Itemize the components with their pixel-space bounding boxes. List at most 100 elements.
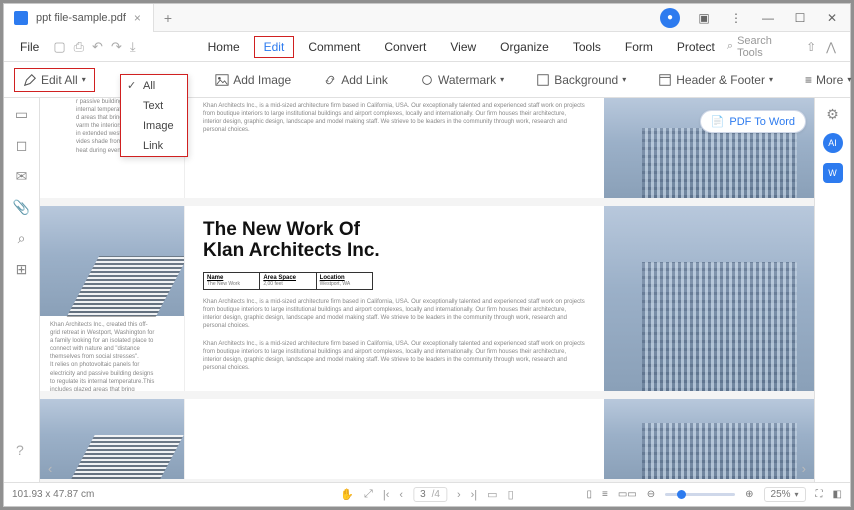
last-page-icon[interactable]: ›| (471, 489, 478, 501)
header-footer-dropdown[interactable]: Header & Footer▾ (650, 69, 781, 91)
building-photo (604, 399, 814, 479)
attachments-icon[interactable]: 📎 (13, 199, 30, 216)
menu-comment[interactable]: Comment (298, 36, 370, 58)
menu-convert[interactable]: Convert (374, 36, 436, 58)
view-single-icon[interactable]: ▯ (586, 489, 592, 500)
document-tab[interactable]: ppt file-sample.pdf × (4, 4, 154, 32)
prev-page-icon[interactable]: ‹ (399, 489, 403, 501)
cloud-icon[interactable]: ⇧ (806, 40, 816, 54)
menubar: File ▢ ⎙ ↶ ↷ ⤓ Home Edit Comment Convert… (4, 32, 850, 62)
tab-close-icon[interactable]: × (134, 11, 141, 25)
pencil-icon (23, 73, 37, 87)
add-image-button[interactable]: Add Image (207, 69, 299, 91)
open-icon[interactable]: ▢ (53, 39, 65, 55)
edit-all-option-image[interactable]: Image (121, 116, 187, 136)
view-facing-icon[interactable]: ▭▭ (618, 489, 637, 500)
fit-page-icon[interactable]: ▯ (508, 488, 514, 501)
notes-icon[interactable]: ▣ (690, 6, 718, 30)
select-tool-icon[interactable]: ⤢ (364, 488, 373, 501)
thumbnails-icon[interactable]: ▭ (15, 106, 28, 123)
edit-all-option-all[interactable]: ✓All (121, 75, 187, 96)
collapse-ribbon-icon[interactable]: ⋀ (826, 40, 836, 54)
menu-form[interactable]: Form (615, 36, 663, 58)
ai-word-icon[interactable]: W (823, 163, 843, 183)
word-icon: 📄 (711, 115, 725, 128)
image-icon (215, 73, 229, 87)
app-logo-icon (14, 11, 28, 25)
view-continuous-icon[interactable]: ≡ (602, 489, 608, 500)
menu-protect[interactable]: Protect (667, 36, 725, 58)
scroll-right-icon[interactable]: › (802, 461, 806, 476)
first-page-icon[interactable]: |‹ (383, 489, 390, 501)
body-text: Khan Architects Inc., is a mid-sized arc… (203, 298, 586, 330)
fields-icon[interactable]: ⊞ (16, 261, 28, 278)
search-icon: ⌕ (727, 40, 733, 53)
chevron-down-icon: ▾ (82, 75, 86, 84)
minimize-button[interactable]: — (754, 6, 782, 30)
pdf-to-word-button[interactable]: 📄 PDF To Word (700, 110, 806, 133)
next-page-icon[interactable]: › (457, 489, 461, 501)
watermark-icon (420, 73, 434, 87)
menu-view[interactable]: View (440, 36, 486, 58)
main-menus: Home Edit Comment Convert View Organize … (198, 36, 725, 58)
zoom-slider[interactable] (665, 493, 735, 496)
fullscreen-icon[interactable]: ⛶ (816, 489, 823, 500)
body-text: Khan Architects Inc., is a mid-sized arc… (203, 102, 586, 134)
menu-edit[interactable]: Edit (254, 36, 295, 58)
more-dropdown[interactable]: ≡ More▾ (797, 69, 854, 91)
user-avatar-icon[interactable]: ● (660, 8, 680, 28)
menu-organize[interactable]: Organize (490, 36, 559, 58)
print-icon[interactable]: ⎙ (74, 39, 84, 55)
info-table: NameThe New Work Area Space2,00 feet Loc… (203, 272, 373, 290)
building-photo (40, 206, 184, 316)
search-field[interactable]: Search Tools (737, 35, 796, 59)
edit-all-dropdown[interactable]: Edit All ▾ (14, 68, 95, 92)
link-icon (323, 73, 337, 87)
left-sidebar: ▭ ◻ ✉ 📎 ⌕ ⊞ (4, 98, 40, 482)
page-input[interactable]: 3/4 (413, 487, 447, 502)
edit-all-menu: ✓All Text Image Link (120, 74, 188, 157)
heading: The New Work OfKlan Architects Inc. (203, 220, 586, 262)
dimensions-readout: 101.93 x 47.87 cm (12, 489, 132, 500)
undo-icon[interactable]: ↶ (92, 39, 103, 55)
new-tab-button[interactable]: + (154, 10, 182, 26)
search-panel-icon[interactable]: ⌕ (18, 230, 26, 247)
menu-home[interactable]: Home (198, 36, 250, 58)
check-icon: ✓ (127, 79, 137, 92)
body-text: Khan Architects Inc., is a mid-sized arc… (203, 340, 586, 372)
page: Khan Architects Inc., created this off- … (40, 206, 814, 391)
background-dropdown[interactable]: Background▾ (528, 69, 634, 91)
settings-icon[interactable]: ⚙ (826, 106, 839, 123)
kebab-icon[interactable]: ⋮ (722, 6, 750, 30)
help-icon[interactable]: ? (16, 442, 24, 458)
read-mode-icon[interactable]: ◧ (833, 489, 842, 500)
column-text: Khan Architects Inc., created this off- … (50, 321, 178, 391)
ai-icon[interactable]: AI (823, 133, 843, 153)
bookmarks-icon[interactable]: ◻ (16, 137, 28, 154)
file-menu[interactable]: File (12, 36, 47, 58)
add-link-button[interactable]: Add Link (315, 69, 396, 91)
scroll-left-icon[interactable]: ‹ (48, 461, 52, 476)
tab-title: ppt file-sample.pdf (36, 12, 126, 24)
watermark-dropdown[interactable]: Watermark▾ (412, 69, 512, 91)
maximize-button[interactable]: ☐ (786, 6, 814, 30)
right-sidebar: ⚙ AI W (814, 98, 850, 482)
building-photo (604, 206, 814, 391)
redo-icon[interactable]: ↷ (111, 39, 122, 55)
status-bar: 101.93 x 47.87 cm ✋ ⤢ |‹ ‹ 3/4 › ›| ▭ ▯ … (4, 482, 850, 506)
menu-tools[interactable]: Tools (563, 36, 611, 58)
hand-tool-icon[interactable]: ✋ (340, 488, 354, 501)
zoom-out-icon[interactable]: ⊖ (647, 489, 655, 500)
zoom-dropdown[interactable]: 25%▾ (764, 487, 806, 502)
edit-all-option-link[interactable]: Link (121, 136, 187, 156)
zoom-in-icon[interactable]: ⊕ (745, 489, 753, 500)
save-icon[interactable]: ⤓ (130, 39, 136, 55)
titlebar: ppt file-sample.pdf × + ● ▣ ⋮ — ☐ ✕ (4, 4, 850, 32)
more-icon: ≡ (805, 73, 812, 87)
close-button[interactable]: ✕ (818, 6, 846, 30)
page-fragment (40, 399, 814, 479)
header-footer-icon (658, 73, 672, 87)
fit-width-icon[interactable]: ▭ (487, 488, 497, 501)
comments-icon[interactable]: ✉ (16, 168, 28, 185)
edit-all-option-text[interactable]: Text (121, 96, 187, 116)
